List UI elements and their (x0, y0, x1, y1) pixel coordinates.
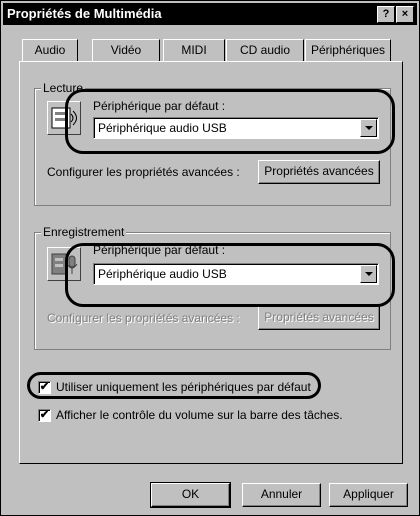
enregistrement-device-label: Périphérique par défaut : (93, 243, 226, 257)
chevron-down-icon[interactable] (360, 119, 377, 137)
enregistrement-config-label: Configurer les propriétés avancées : (47, 311, 240, 325)
lecture-advanced-button[interactable]: Propriétés avancées (258, 160, 380, 184)
window-title: Propriétés de Multimédia (7, 6, 162, 21)
tab-video-label: Vidéo (110, 43, 142, 57)
enregistrement-legend: Enregistrement (41, 225, 127, 239)
ok-button[interactable]: OK (150, 482, 231, 508)
tab-peripheriques[interactable]: Périphériques (305, 39, 391, 61)
properties-dialog: Propriétés de Multimédia ? × Audio Vidéo… (0, 0, 420, 516)
lecture-device-value: Périphérique audio USB (98, 121, 227, 135)
chevron-down-icon[interactable] (360, 265, 377, 283)
tab-peripheriques-label: Périphériques (310, 43, 386, 57)
lecture-legend: Lecture (41, 81, 86, 95)
audio-tab-panel: Lecture Périphérique par défaut : Périph… (19, 61, 403, 464)
lecture-config-label: Configurer les propriétés avancées : (47, 165, 240, 179)
tab-audio-label: Audio (34, 43, 66, 57)
lecture-device-label: Périphérique par défaut : (93, 99, 226, 113)
apply-button[interactable]: Appliquer (329, 483, 408, 507)
use-default-only-checkbox[interactable]: ✔ (38, 381, 51, 394)
microphone-icon (47, 247, 81, 281)
show-volume-checkbox[interactable]: ✔ (38, 409, 51, 422)
enregistrement-advanced-button[interactable]: Propriétés avancées (258, 306, 380, 330)
enregistrement-device-select[interactable]: Périphérique audio USB (93, 263, 379, 285)
tab-audio[interactable]: Audio (22, 39, 78, 61)
cancel-button[interactable]: Annuler (242, 483, 321, 507)
tab-video[interactable]: Vidéo (92, 39, 160, 61)
tab-cd-audio-label: CD audio (239, 43, 291, 57)
close-button[interactable]: × (396, 6, 414, 23)
lecture-group: Lecture Périphérique par défaut : Périph… (34, 81, 391, 206)
enregistrement-group: Enregistrement Périphérique par défaut :… (34, 225, 391, 350)
speaker-icon (47, 101, 81, 135)
help-button[interactable]: ? (377, 6, 395, 23)
tab-midi[interactable]: MIDI (163, 39, 225, 61)
show-volume-label[interactable]: Afficher le contrôle du volume sur la ba… (56, 408, 343, 422)
use-default-only-label[interactable]: Utiliser uniquement les périphériques pa… (56, 380, 311, 394)
tab-midi-label: MIDI (181, 43, 207, 57)
enregistrement-device-value: Périphérique audio USB (98, 267, 227, 281)
title-bar[interactable]: Propriétés de Multimédia ? × (3, 3, 417, 25)
tab-cd-audio[interactable]: CD audio (226, 39, 304, 61)
lecture-device-select[interactable]: Périphérique audio USB (93, 117, 379, 139)
